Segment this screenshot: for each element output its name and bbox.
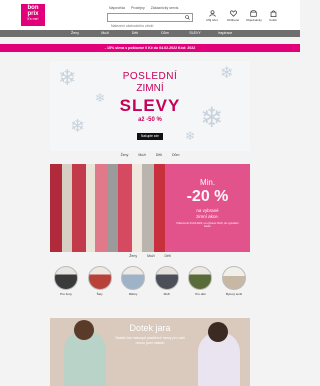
category-home-textile[interactable]: Bytový textil bbox=[221, 266, 247, 296]
category-dresses[interactable]: Šaty bbox=[87, 266, 113, 296]
hero3-title: Dotek jara bbox=[129, 323, 171, 333]
subcat-women[interactable]: Ženy bbox=[129, 254, 137, 260]
category-women[interactable]: Pro ženy bbox=[53, 266, 79, 296]
category-kids[interactable]: Pro děti bbox=[187, 266, 213, 296]
page: bon prix it's me! Nápověda Prodejny Zákazn… bbox=[0, 0, 300, 386]
subcategory-links: Ženy Muži Děti Dům bbox=[50, 153, 250, 159]
top-link-stores[interactable]: Prodejny bbox=[131, 6, 145, 10]
fabric-stripe bbox=[132, 164, 142, 252]
category-label: Bytový textil bbox=[225, 292, 242, 296]
category-label: Pro ženy bbox=[60, 292, 72, 296]
account-label: Můj účet bbox=[206, 18, 218, 22]
orders-button[interactable]: Objednávky bbox=[246, 10, 262, 26]
search-icon[interactable] bbox=[185, 15, 190, 20]
top-link-help[interactable]: Nápověda bbox=[109, 6, 125, 10]
nav-item-men[interactable]: Muži bbox=[90, 30, 120, 37]
account-button[interactable]: Můj účet bbox=[205, 10, 219, 26]
fabric-stripe bbox=[142, 164, 154, 252]
hero2-line4: zimní akce. bbox=[196, 213, 219, 219]
promo-banner[interactable]: - 15% sleva s poštovné 0 Kč do 04.02.202… bbox=[0, 44, 300, 52]
nav-item-inspiration[interactable]: Inspirace bbox=[210, 30, 240, 37]
main-nav: Ženy Muži Děti Dům SLEVY Inspirace bbox=[0, 30, 300, 37]
user-icon bbox=[208, 10, 216, 17]
hero1-line1: POSLEDNÍ bbox=[122, 71, 178, 82]
model-photo bbox=[74, 320, 94, 340]
subcat-home[interactable]: Dům bbox=[172, 153, 179, 159]
subcategory-links-2: Ženy Muži Děti bbox=[50, 254, 250, 260]
wishlist-label: Oblíbené bbox=[226, 18, 240, 22]
box-icon bbox=[249, 10, 257, 17]
hero1-line2: ZIMNÍ bbox=[136, 83, 164, 94]
hero1-text: POSLEDNÍ ZIMNÍ SLEVY až -50 % bbox=[50, 71, 250, 123]
fabric-stripe bbox=[86, 164, 95, 252]
hero2-fine-print: Platnost do 04.02.2022, na vybrané zboží… bbox=[176, 222, 239, 229]
category-image bbox=[154, 266, 179, 290]
spring-banner[interactable]: Dotek jara Nastal čas nakoupit pastelové… bbox=[50, 318, 250, 386]
orders-label: Objednávky bbox=[246, 18, 262, 22]
category-image bbox=[221, 266, 246, 290]
nav-item-sale[interactable]: SLEVY bbox=[180, 30, 210, 37]
heart-icon bbox=[229, 10, 237, 17]
subcat-kids[interactable]: Děti bbox=[164, 254, 170, 260]
wishlist-button[interactable]: Oblíbené bbox=[226, 10, 240, 26]
category-sweatshirts[interactable]: Mikiny bbox=[120, 266, 146, 296]
search-input[interactable] bbox=[108, 22, 182, 30]
fabric-stripe bbox=[154, 164, 165, 252]
subcat-men[interactable]: Muži bbox=[138, 153, 145, 159]
hero2-discount: -20 % bbox=[186, 188, 229, 205]
category-image bbox=[87, 266, 112, 290]
hero3-text: Dotek jara Nastal čas nakoupit pastelové… bbox=[112, 323, 188, 345]
hero1-line3: SLEVY bbox=[119, 96, 181, 115]
category-circles: Pro ženy Šaty Mikiny Muži Pro děti Bytov… bbox=[50, 266, 250, 296]
site-header: bon prix it's me! Nápověda Prodejny Zákazn… bbox=[0, 0, 300, 30]
cart-label: Košík bbox=[269, 18, 277, 22]
category-image bbox=[188, 266, 213, 290]
fabric-stripe bbox=[95, 164, 108, 252]
category-image bbox=[54, 266, 78, 290]
nav-item-home[interactable]: Dům bbox=[150, 30, 180, 37]
hero1-line4: až -50 % bbox=[138, 117, 162, 123]
subcat-kids[interactable]: Děti bbox=[156, 153, 162, 159]
category-label: Pro děti bbox=[195, 292, 206, 296]
bonprix-logo[interactable]: bon prix it's me! bbox=[21, 4, 45, 26]
category-image bbox=[121, 266, 146, 290]
textile-sale-banner[interactable]: Min. -20 % na vybrané zimní akce. Platno… bbox=[50, 164, 250, 252]
snowflake-icon: ❄ bbox=[185, 129, 196, 143]
top-link-service[interactable]: Zákaznický servis bbox=[151, 6, 179, 10]
nav-item-women[interactable]: Ženy bbox=[60, 30, 90, 37]
subcat-men[interactable]: Muži bbox=[147, 254, 154, 260]
subcat-women[interactable]: Ženy bbox=[121, 153, 129, 159]
winter-sale-banner[interactable]: ❄ ❄ ❄ ❄ ❄ ❄ POSLEDNÍ ZIMNÍ SLEVY až -50 … bbox=[50, 61, 250, 151]
category-label: Muži bbox=[163, 292, 170, 296]
hero2-line1: Min. bbox=[199, 178, 216, 187]
top-links: Nápověda Prodejny Zákaznický servis bbox=[109, 6, 183, 10]
category-men[interactable]: Muži bbox=[154, 266, 180, 296]
fabric-stripe bbox=[108, 164, 118, 252]
fabric-stripe bbox=[118, 164, 132, 252]
model-photo bbox=[208, 322, 228, 342]
nav-item-kids[interactable]: Děti bbox=[120, 30, 150, 37]
hero3-subtitle: Nastal čas nakoupit pastelové barvy pro … bbox=[115, 336, 185, 345]
shop-now-button[interactable]: Nakupte zde bbox=[137, 133, 163, 140]
fabric-stripe bbox=[50, 164, 62, 252]
fabric-stripe bbox=[62, 164, 72, 252]
fabric-stripe bbox=[72, 164, 86, 252]
search-box bbox=[107, 13, 193, 30]
category-label: Mikiny bbox=[128, 292, 138, 296]
discount-overlay: Min. -20 % na vybrané zimní akce. Platno… bbox=[165, 164, 250, 252]
cart-button[interactable]: Košík bbox=[266, 10, 280, 26]
category-label: Šaty bbox=[96, 292, 103, 296]
bag-icon bbox=[270, 10, 276, 17]
